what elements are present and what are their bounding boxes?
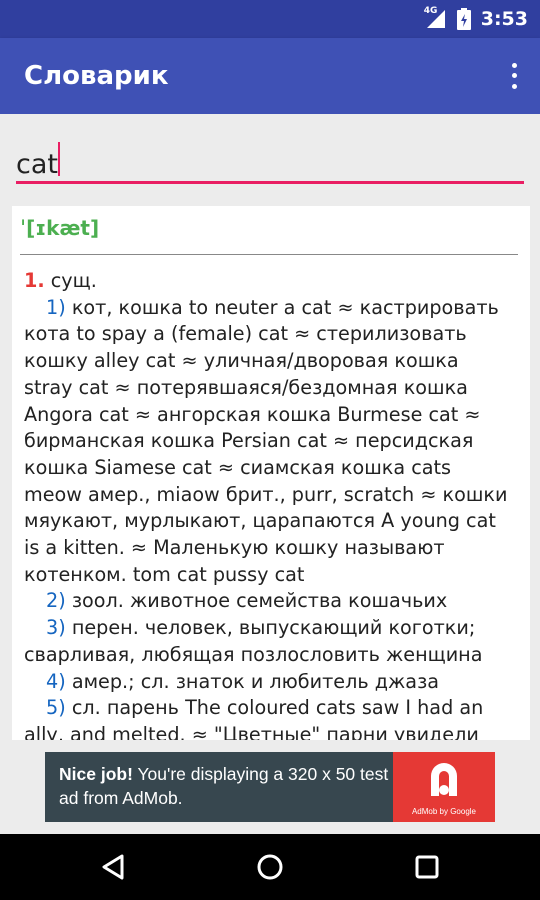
entry-text: перен. человек, выпускающий коготки; — [71, 616, 476, 640]
entry-line: 4) амер.; сл. знаток и любитель джаза — [24, 669, 520, 696]
app-bar: Словарик — [0, 38, 540, 114]
divider — [20, 254, 518, 255]
home-icon[interactable] — [250, 847, 290, 887]
network-type: 4G — [423, 6, 438, 16]
entry-line: is a kitten. ≈ Маленькую кошку называют — [24, 535, 520, 562]
recents-icon[interactable] — [407, 847, 447, 887]
signal-icon: 4G — [423, 6, 447, 30]
entry-line: 1) кот, кошка to neuter a cat ≈ кастриро… — [24, 295, 520, 322]
entry-text: сварливая, любящая позлословить женщина — [24, 642, 483, 666]
battery-icon — [456, 8, 471, 30]
entry-text: кот, кошка to neuter a cat ≈ кастрироват… — [71, 295, 499, 319]
more-vert-icon[interactable] — [502, 60, 526, 92]
ad-banner[interactable]: Nice job! You're displaying a 320 x 50 t… — [45, 752, 495, 822]
entry-text: meow амер., miaow брит., purr, scratch ≈… — [24, 482, 508, 506]
entry-line: мяукают, мурлыкают, царапаются A young c… — [24, 508, 520, 535]
entry-text: кота to spay a (female) cat ≈ стерилизов… — [24, 322, 467, 346]
transcription: ˈ[ɪkæt] — [20, 216, 100, 240]
app-title: Словарик — [24, 61, 169, 91]
subsense-number: 4) — [46, 669, 66, 693]
ad-logo-caption: AdMob by Google — [411, 807, 477, 816]
entry-text: is a kitten. ≈ Маленькую кошку называют — [24, 536, 445, 560]
admob-mark-icon — [431, 763, 457, 796]
subsense-list: 1) кот, кошка to neuter a cat ≈ кастриро… — [24, 295, 520, 740]
sense-header: 1. сущ. — [24, 268, 520, 295]
ad-text: Nice job! You're displaying a 320 x 50 t… — [59, 762, 389, 810]
entry-body: 1. сущ. 1) кот, кошка to neuter a cat ≈ … — [24, 268, 520, 740]
search-input[interactable] — [16, 144, 524, 184]
sense-number: 1. — [24, 269, 45, 292]
entry-text: кошку alley cat ≈ уличная/дворовая кошка — [24, 349, 459, 373]
entry-line: 2) зоол. животное семейства кошачьих — [24, 588, 520, 615]
ad-headline: Nice job! — [59, 764, 133, 784]
entry-text: сл. парень The coloured cats saw I had a… — [71, 696, 484, 720]
subsense-number: 2) — [46, 589, 66, 613]
entry-text: ally, and melted. ≈ "Цветные" парни увид… — [24, 722, 479, 740]
entry-line: кошку alley cat ≈ уличная/дворовая кошка — [24, 348, 520, 375]
status-bar: 4G 3:53 — [0, 0, 540, 38]
status-icons: 4G 3:53 — [423, 0, 528, 38]
entry-line: 3) перен. человек, выпускающий коготки; — [24, 615, 520, 642]
entry-text: амер.; сл. знаток и любитель джаза — [71, 669, 440, 693]
entry-line: stray cat ≈ потерявшаяся/бездомная кошка — [24, 375, 520, 402]
part-of-speech: сущ. — [50, 269, 97, 292]
entry-line: ally, and melted. ≈ "Цветные" парни увид… — [24, 722, 520, 740]
subsense-number: 3) — [46, 616, 66, 640]
entry-text: мяукают, мурлыкают, царапаются A young c… — [24, 509, 496, 533]
entry-line: сварливая, любящая позлословить женщина — [24, 642, 520, 669]
entry-text: бирманская кошка Persian cat ≈ персидска… — [24, 429, 474, 453]
entry-text: зоол. животное семейства кошачьих — [71, 589, 448, 613]
entry-line: 5) сл. парень The coloured cats saw I ha… — [24, 695, 520, 722]
text-caret — [58, 142, 60, 176]
entry-text: stray cat ≈ потерявшаяся/бездомная кошка — [24, 375, 468, 399]
back-icon[interactable] — [93, 847, 133, 887]
entry-line: котенком. tom cat pussy cat — [24, 562, 520, 589]
entry-line: кота to spay a (female) cat ≈ стерилизов… — [24, 321, 520, 348]
navigation-bar — [0, 834, 540, 900]
entry-line: meow амер., miaow брит., purr, scratch ≈… — [24, 482, 520, 509]
search-area — [0, 114, 540, 206]
entry-text: кошка Siamese cat ≈ сиамская кошка cats — [24, 455, 452, 479]
entry-text: Angora cat ≈ ангорская кошка Burmese cat… — [24, 402, 481, 426]
entry-line: Angora cat ≈ ангорская кошка Burmese cat… — [24, 402, 520, 429]
status-time: 3:53 — [480, 8, 528, 30]
dictionary-entry[interactable]: ˈ[ɪkæt] 1. сущ. 1) кот, кошка to neuter … — [12, 206, 530, 740]
subsense-number: 1) — [46, 295, 66, 319]
subsense-number: 5) — [46, 696, 66, 720]
entry-line: бирманская кошка Persian cat ≈ персидска… — [24, 428, 520, 455]
entry-line: кошка Siamese cat ≈ сиамская кошка cats — [24, 455, 520, 482]
admob-logo-icon: AdMob by Google — [393, 752, 495, 822]
entry-text: котенком. tom cat pussy cat — [24, 562, 305, 586]
search-underline — [16, 181, 524, 184]
